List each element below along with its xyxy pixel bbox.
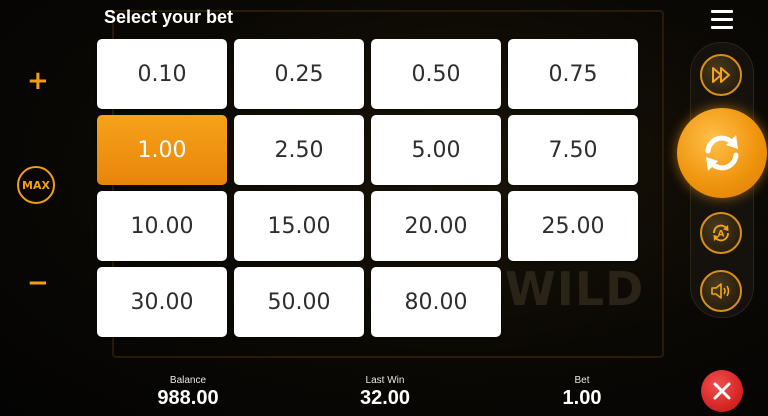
svg-text:A: A	[718, 230, 725, 240]
bet-option-button[interactable]: 1.00	[97, 115, 227, 185]
spin-button[interactable]	[677, 108, 767, 198]
bet-label: Bet	[574, 375, 590, 386]
decrease-bet-button[interactable]: −	[27, 268, 49, 298]
menu-bar	[711, 18, 733, 21]
last-win-display: Last Win 32.00	[325, 375, 445, 410]
last-win-value: 32.00	[359, 387, 411, 409]
increase-bet-button[interactable]: +	[27, 66, 49, 96]
balance-value: 988.00	[157, 387, 219, 409]
bet-option-button[interactable]: 25.00	[508, 191, 638, 261]
menu-bar	[711, 10, 733, 13]
max-bet-button[interactable]: MAX	[17, 166, 55, 204]
bet-option-button[interactable]: 5.00	[371, 115, 501, 185]
sound-button[interactable]	[700, 270, 742, 312]
fast-forward-icon	[712, 67, 730, 83]
close-button[interactable]	[701, 370, 743, 412]
bet-option-button[interactable]: 0.10	[97, 39, 227, 109]
bet-value: 1.00	[562, 387, 602, 409]
menu-icon[interactable]	[711, 10, 733, 30]
bet-selector-title: Select your bet	[104, 7, 234, 27]
bet-options-grid: 0.10 0.25 0.50 0.75 1.00 2.50 5.00 7.50 10.00 15.…	[97, 39, 639, 337]
bet-option-button[interactable]: 80.00	[371, 267, 501, 337]
bet-option-button[interactable]: 0.50	[371, 39, 501, 109]
bet-option-button[interactable]: 50.00	[234, 267, 364, 337]
refresh-icon	[705, 135, 739, 171]
close-icon	[713, 382, 731, 400]
balance-label: Balance	[169, 375, 207, 386]
bet-option-button[interactable]: 30.00	[97, 267, 227, 337]
turbo-button[interactable]	[700, 54, 742, 96]
bet-option-button[interactable]: 2.50	[234, 115, 364, 185]
menu-bar	[711, 26, 733, 29]
game-screen: WILD Select your bet 0.10 0.25 0.50 0.75 1.0…	[0, 0, 768, 416]
bet-option-button[interactable]: 7.50	[508, 115, 638, 185]
bet-option-button[interactable]: 20.00	[371, 191, 501, 261]
bet-display: Bet 1.00	[522, 375, 642, 410]
bet-option-button[interactable]: 15.00	[234, 191, 364, 261]
autoplay-icon: A	[713, 224, 729, 242]
last-win-label: Last Win	[365, 375, 405, 386]
balance-display: Balance 988.00	[128, 375, 248, 410]
bet-option-button[interactable]: 10.00	[97, 191, 227, 261]
autoplay-button[interactable]: A	[700, 212, 742, 254]
bet-option-button[interactable]: 0.25	[234, 39, 364, 109]
speaker-icon	[711, 283, 730, 299]
bet-option-button[interactable]: 0.75	[508, 39, 638, 109]
